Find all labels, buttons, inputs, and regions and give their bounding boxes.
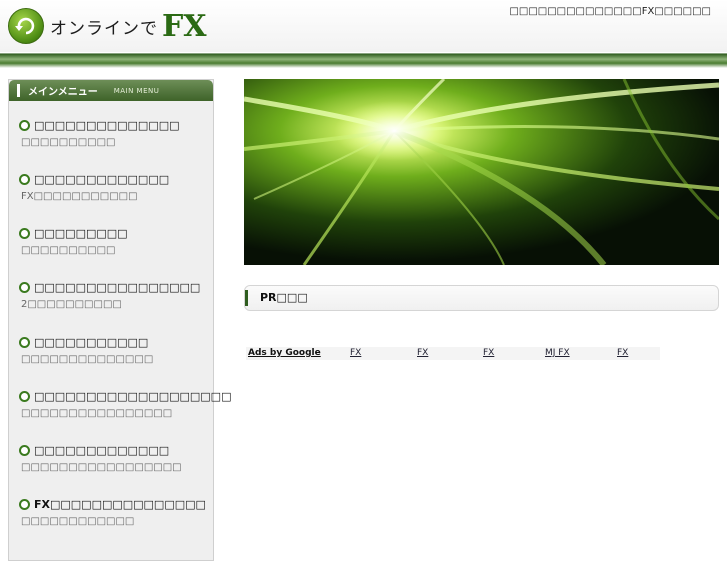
logo-fx: FX (162, 8, 207, 44)
menu-item[interactable]: □□□□□□□□□ □□□□□□□□□□ (9, 225, 213, 279)
main-menu-title: メインメニュー (28, 87, 98, 98)
menu-item-desc: FX□□□□□□□□□□□ (21, 191, 138, 202)
hero-banner (244, 79, 719, 265)
menu-item[interactable]: □□□□□□□□□□□□□ □□□□□□□□□□□□□□□□□ (9, 442, 213, 496)
menu-item-label[interactable]: FX□□□□□□□□□□□□□□□ (34, 498, 206, 511)
logo-text: オンラインで (50, 18, 158, 39)
pr-section-header: PR□□□ (244, 285, 719, 311)
ad-link[interactable]: FX (617, 347, 628, 360)
menu-item-desc: □□□□□□□□□□□□□□□□ (21, 408, 173, 419)
menu-item[interactable]: FX□□□□□□□□□□□□□□□ □□□□□□□□□□□□ (9, 496, 213, 550)
menu-item-label[interactable]: □□□□□□□□□ (34, 227, 128, 240)
menu-item-desc: □□□□□□□□□□□□ (21, 516, 135, 527)
menu-item-desc: □□□□□□□□□□ (21, 137, 116, 148)
menu-item-label[interactable]: □□□□□□□□□□□ (34, 336, 148, 349)
menu-item-desc: □□□□□□□□□□ (21, 245, 116, 256)
ad-link[interactable]: FX (483, 347, 494, 360)
pr-title: PR□□□ (260, 291, 308, 304)
bullet-icon (19, 174, 30, 185)
menu-item-desc: 2□□□□□□□□□□ (21, 299, 122, 310)
menu-item[interactable]: □□□□□□□□□□□□□ FX□□□□□□□□□□□ (9, 171, 213, 225)
pr-marker (245, 290, 248, 306)
menu-item[interactable]: □□□□□□□□□□□□□□□□□□□ □□□□□□□□□□□□□□□□ (9, 388, 231, 442)
main-menu-sidebar: メインメニュー MAIN MENU □□□□□□□□□□□□□□ □□□□□□□… (8, 79, 231, 561)
site-header: オンラインで FX □□□□□□□□□□□□□□FX□□□□□□ (0, 0, 727, 52)
header-marker (17, 84, 20, 97)
menu-item-desc: □□□□□□□□□□□□□□□□□ (21, 462, 182, 473)
menu-item[interactable]: □□□□□□□□□□□□□□ □□□□□□□□□□ (9, 117, 213, 171)
menu-item-desc: □□□□□□□□□□□□□□ (21, 354, 154, 365)
header-band (0, 52, 727, 68)
bullet-icon (19, 337, 30, 348)
ads-bar: Ads by Google FX FX FX MJ FX FX (246, 347, 660, 360)
menu-item-label[interactable]: □□□□□□□□□□□□□□ (34, 119, 180, 132)
main-menu-subtitle: MAIN MENU (113, 86, 160, 95)
site-logo[interactable]: オンラインで FX (8, 8, 207, 44)
bullet-icon (19, 391, 30, 402)
menu-item[interactable]: □□□□□□□□□□□ □□□□□□□□□□□□□□ (9, 334, 213, 388)
ad-link[interactable]: MJ FX (545, 347, 570, 360)
site-tagline: □□□□□□□□□□□□□□FX□□□□□□ (509, 6, 711, 17)
ads-by-google-link[interactable]: Ads by Google (248, 347, 321, 360)
ad-link[interactable]: FX (350, 347, 361, 360)
bullet-icon (19, 499, 30, 510)
bullet-icon (19, 445, 30, 456)
bullet-icon (19, 120, 30, 131)
bullet-icon (19, 282, 30, 293)
green-light-burst-image (244, 79, 719, 265)
bullet-icon (19, 228, 30, 239)
main-menu-header: メインメニュー MAIN MENU (9, 80, 213, 101)
refresh-arrow-icon (8, 8, 44, 44)
menu-item-label[interactable]: □□□□□□□□□□□□□□□□ (34, 281, 200, 294)
menu-item-label[interactable]: □□□□□□□□□□□□□ (34, 444, 169, 457)
menu-item-label[interactable]: □□□□□□□□□□□□□ (34, 173, 169, 186)
ad-link[interactable]: FX (417, 347, 428, 360)
menu-item[interactable]: □□□□□□□□□□□□□□□□ 2□□□□□□□□□□ (9, 279, 213, 333)
menu-item-label[interactable]: □□□□□□□□□□□□□□□□□□□ (34, 390, 231, 403)
